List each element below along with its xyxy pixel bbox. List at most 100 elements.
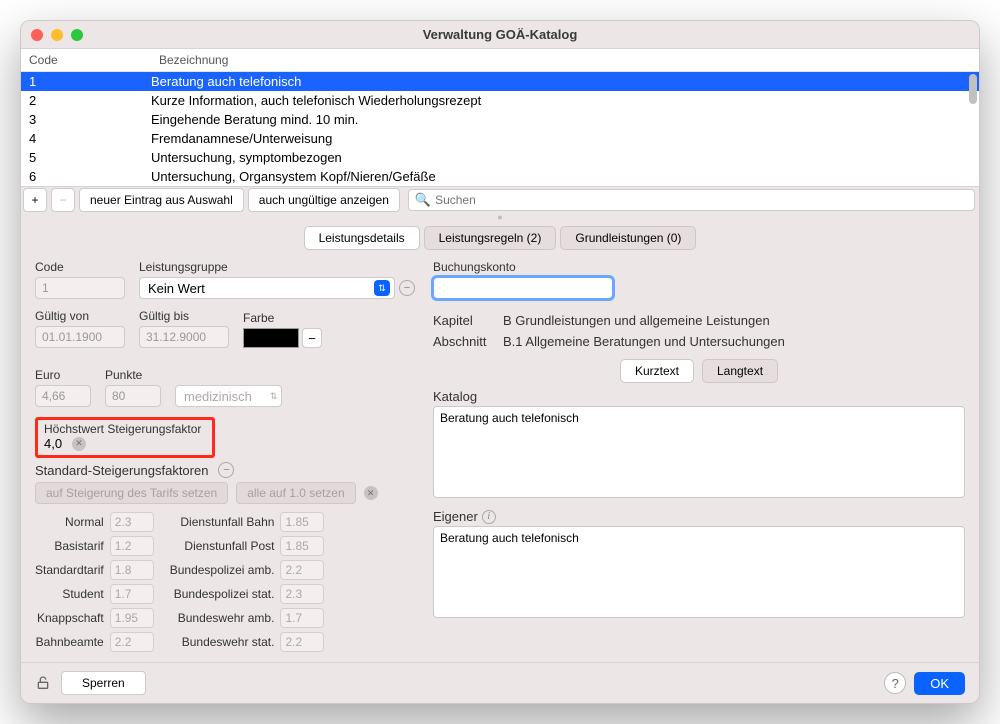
max-factor-label: Höchstwert Steigerungsfaktor bbox=[44, 422, 206, 436]
window: Verwaltung GOÄ-Katalog Code Bezeichnung … bbox=[20, 20, 980, 704]
search-icon: 🔍 bbox=[415, 192, 431, 208]
factor-value[interactable]: 1.85 bbox=[280, 536, 324, 556]
splitter-handle[interactable]: ● bbox=[21, 212, 979, 222]
scroll-thumb[interactable] bbox=[969, 74, 977, 104]
euro-label: Euro bbox=[35, 368, 91, 382]
abschnitt-value: B.1 Allgemeine Beratungen und Untersuchu… bbox=[503, 334, 785, 349]
table-row[interactable]: 1Beratung auch telefonisch bbox=[21, 72, 979, 91]
factor-row: Dienstunfall Bahn1.85 bbox=[170, 512, 325, 532]
eigener-textarea[interactable] bbox=[433, 526, 965, 618]
search-input[interactable] bbox=[435, 193, 968, 207]
lock-button[interactable]: Sperren bbox=[61, 671, 146, 695]
factor-row: Bundeswehr stat.2.2 bbox=[170, 632, 325, 652]
kapitel-label: Kapitel bbox=[433, 313, 493, 328]
table-row[interactable]: 2Kurze Information, auch telefonisch Wie… bbox=[21, 91, 979, 110]
max-factor-highlight: Höchstwert Steigerungsfaktor 4,0 ✕ bbox=[35, 417, 215, 458]
set-one-button[interactable]: alle auf 1.0 setzen bbox=[236, 482, 355, 504]
clear-group-button[interactable]: − bbox=[399, 280, 415, 296]
group-select[interactable]: Kein Wert ⇅ bbox=[139, 277, 395, 299]
factor-value[interactable]: 1.95 bbox=[110, 608, 154, 628]
tab-details[interactable]: Leistungsdetails bbox=[304, 226, 420, 250]
tab-shorttext[interactable]: Kurztext bbox=[620, 359, 694, 383]
col-code[interactable]: Code bbox=[21, 49, 151, 71]
group-value: Kein Wert bbox=[148, 281, 205, 296]
add-row-button[interactable]: + bbox=[23, 188, 47, 212]
collapse-factors-button[interactable]: − bbox=[218, 462, 234, 478]
factor-value[interactable]: 1.2 bbox=[110, 536, 154, 556]
table-row[interactable]: 4Fremdanamnese/Unterweisung bbox=[21, 129, 979, 148]
factor-row: Normal2.3 bbox=[35, 512, 154, 532]
account-field[interactable] bbox=[433, 277, 613, 299]
help-button[interactable]: ? bbox=[884, 672, 906, 694]
remove-row-button[interactable]: − bbox=[51, 188, 75, 212]
chevron-updown-icon: ⇅ bbox=[270, 391, 278, 402]
details-pane: Code Leistungsgruppe Kein Wert ⇅ − bbox=[21, 260, 979, 662]
points-label: Punkte bbox=[105, 368, 161, 382]
table-toolbar: + − neuer Eintrag aus Auswahl auch ungül… bbox=[21, 186, 979, 212]
color-swatch[interactable] bbox=[243, 328, 299, 348]
color-label: Farbe bbox=[243, 311, 322, 325]
max-factor-value[interactable]: 4,0 bbox=[44, 436, 62, 451]
factor-row: Basistarif1.2 bbox=[35, 536, 154, 556]
factor-value[interactable]: 1.8 bbox=[110, 560, 154, 580]
set-tariff-button[interactable]: auf Steigerung des Tarifs setzen bbox=[35, 482, 228, 504]
factors-grid: Normal2.3Basistarif1.2Standardtarif1.8St… bbox=[35, 512, 415, 652]
tab-longtext[interactable]: Langtext bbox=[702, 359, 778, 383]
factor-value[interactable]: 1.7 bbox=[280, 608, 324, 628]
factor-row: Knappschaft1.95 bbox=[35, 608, 154, 628]
tab-rules[interactable]: Leistungsregeln (2) bbox=[424, 226, 557, 250]
right-column: Buchungskonto Kapitel B Grundleistungen … bbox=[433, 260, 965, 652]
detail-tabs: Leistungsdetails Leistungsregeln (2) Gru… bbox=[21, 226, 979, 250]
factor-value[interactable]: 1.85 bbox=[280, 512, 324, 532]
factor-value[interactable]: 2.3 bbox=[110, 512, 154, 532]
factor-value[interactable]: 2.3 bbox=[280, 584, 324, 604]
factor-row: Bundeswehr amb.1.7 bbox=[170, 608, 325, 628]
factor-value[interactable]: 2.2 bbox=[280, 560, 324, 580]
lock-icon[interactable] bbox=[35, 675, 51, 691]
code-label: Code bbox=[35, 260, 125, 274]
factor-row: Bundespolizei amb.2.2 bbox=[170, 560, 325, 580]
tab-base[interactable]: Grundleistungen (0) bbox=[560, 226, 696, 250]
scrollbar[interactable] bbox=[969, 74, 977, 184]
valid-from-label: Gültig von bbox=[35, 309, 125, 323]
type-select[interactable]: medizinisch ⇅ bbox=[175, 385, 282, 407]
clear-max-factor-button[interactable]: ✕ bbox=[72, 437, 86, 451]
show-invalid-button[interactable]: auch ungültige anzeigen bbox=[248, 188, 400, 212]
factor-row: Bundespolizei stat.2.3 bbox=[170, 584, 325, 604]
std-factors-label: Standard-Steigerungsfaktoren bbox=[35, 463, 208, 478]
clear-factors-button[interactable]: ✕ bbox=[364, 486, 378, 500]
factor-value[interactable]: 1.7 bbox=[110, 584, 154, 604]
factor-row: Dienstunfall Post1.85 bbox=[170, 536, 325, 556]
clear-color-button[interactable]: − bbox=[302, 328, 322, 348]
chevron-updown-icon: ⇅ bbox=[374, 280, 390, 296]
kapitel-value: B Grundleistungen und allgemeine Leistun… bbox=[503, 313, 770, 328]
window-title: Verwaltung GOÄ-Katalog bbox=[21, 27, 979, 42]
account-label: Buchungskonto bbox=[433, 260, 613, 274]
eigener-label: Eigener bbox=[433, 509, 478, 524]
valid-to-label: Gültig bis bbox=[139, 309, 229, 323]
col-bezeichnung[interactable]: Bezeichnung bbox=[151, 49, 979, 71]
katalog-textarea[interactable] bbox=[433, 406, 965, 498]
factor-row: Student1.7 bbox=[35, 584, 154, 604]
table-row[interactable]: 6Untersuchung, Organsystem Kopf/Nieren/G… bbox=[21, 167, 979, 186]
abschnitt-label: Abschnitt bbox=[433, 334, 493, 349]
table-row[interactable]: 3Eingehende Beratung mind. 10 min. bbox=[21, 110, 979, 129]
ok-button[interactable]: OK bbox=[914, 672, 965, 695]
footer: Sperren ? OK bbox=[21, 662, 979, 703]
code-field[interactable] bbox=[35, 277, 125, 299]
info-icon[interactable]: i bbox=[482, 510, 496, 524]
group-label: Leistungsgruppe bbox=[139, 260, 415, 274]
euro-field[interactable] bbox=[35, 385, 91, 407]
valid-from-field[interactable] bbox=[35, 326, 125, 348]
factor-value[interactable]: 2.2 bbox=[280, 632, 324, 652]
type-value: medizinisch bbox=[184, 389, 252, 404]
points-field[interactable] bbox=[105, 385, 161, 407]
left-column: Code Leistungsgruppe Kein Wert ⇅ − bbox=[35, 260, 415, 652]
factor-value[interactable]: 2.2 bbox=[110, 632, 154, 652]
katalog-label: Katalog bbox=[433, 389, 477, 404]
new-from-selection-button[interactable]: neuer Eintrag aus Auswahl bbox=[79, 188, 244, 212]
search-field[interactable]: 🔍 bbox=[408, 189, 975, 211]
table-row[interactable]: 5Untersuchung, symptombezogen bbox=[21, 148, 979, 167]
valid-to-field[interactable] bbox=[139, 326, 229, 348]
table-body[interactable]: 1Beratung auch telefonisch2Kurze Informa… bbox=[21, 72, 979, 186]
